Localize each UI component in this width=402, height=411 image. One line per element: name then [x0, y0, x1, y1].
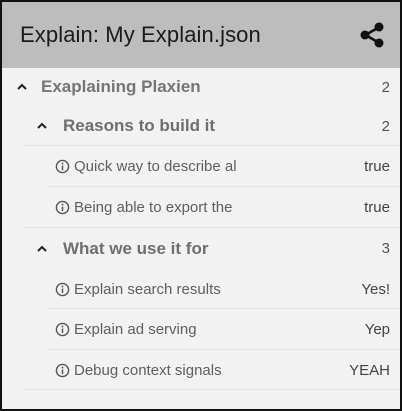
tree-node-reasons[interactable]: Reasons to build it 2: [2, 106, 400, 146]
tree-leaf-label: Being able to export the: [74, 199, 233, 216]
tree-leaf-label: Quick way to describe al: [74, 158, 237, 175]
tree-node-label: What we use it for: [63, 238, 209, 258]
tree-leaf-value: YEAH: [349, 361, 390, 379]
divider: [24, 389, 400, 390]
tree-leaf[interactable]: Explain ad serving Yep: [2, 309, 400, 350]
info-icon: [55, 282, 70, 296]
tree-leaf-value: Yep: [364, 321, 390, 338]
tree-node-root[interactable]: Exaplaining Plaxien 2: [2, 68, 400, 106]
tree-leaf[interactable]: Debug context signals YEAH: [2, 350, 400, 390]
info-icon: [55, 363, 70, 377]
info-icon: [55, 200, 70, 215]
tree-leaf-value: Yes!: [361, 280, 390, 298]
tree-node-count: 3: [381, 240, 390, 257]
info-icon: [55, 322, 70, 337]
app-frame: Explain: My Explain.json Exaplaining Pla…: [0, 0, 402, 411]
tree-leaf-value: true: [364, 199, 390, 216]
tree-node-label: Exaplaining Plaxien: [41, 77, 201, 96]
tree-leaf[interactable]: Explain search results Yes!: [2, 269, 400, 309]
chevron-up-icon: [37, 245, 47, 252]
tree-leaf-value: true: [364, 158, 390, 175]
tree-leaf-label: Explain search results: [74, 280, 221, 298]
tree-node-label: Reasons to build it: [63, 116, 216, 135]
info-icon: [55, 159, 70, 174]
tree-leaf-label: Debug context signals: [74, 361, 222, 379]
share-button[interactable]: [356, 19, 388, 51]
share-icon: [360, 22, 384, 48]
chevron-up-icon: [37, 122, 47, 129]
tree-leaf[interactable]: Quick way to describe al true: [2, 146, 400, 187]
tree-node-count: 2: [381, 117, 390, 135]
explain-tree: Exaplaining Plaxien 2 Reasons to build i…: [2, 68, 400, 409]
tree-leaf[interactable]: Being able to export the true: [2, 187, 400, 228]
app-bar: Explain: My Explain.json: [2, 2, 400, 68]
tree-leaf-label: Explain ad serving: [74, 321, 197, 338]
page-title: Explain: My Explain.json: [20, 22, 261, 47]
chevron-up-icon: [17, 83, 27, 90]
tree-node-count: 2: [381, 78, 390, 96]
tree-node-uses[interactable]: What we use it for 3: [2, 228, 400, 269]
